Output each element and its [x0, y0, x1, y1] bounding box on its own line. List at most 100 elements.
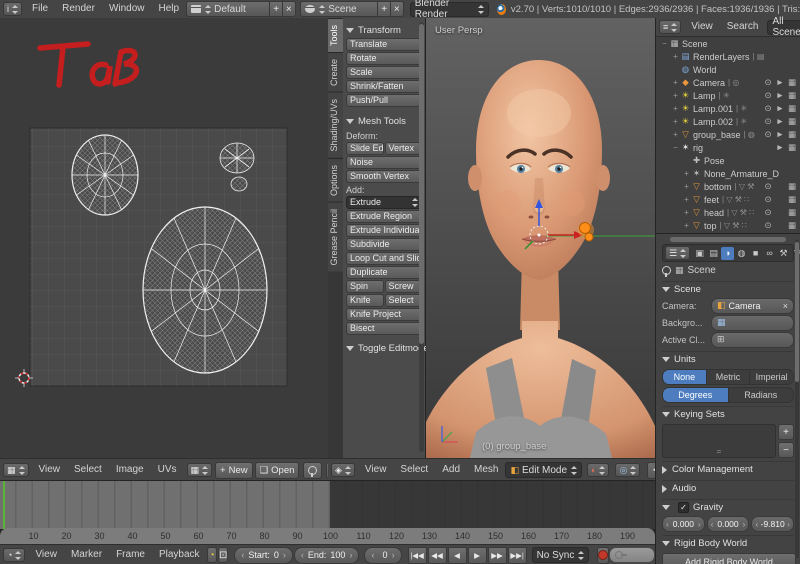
renderability-toggle-icon[interactable]: ▦: [787, 128, 797, 141]
outliner-row[interactable]: ✚ Pose: [656, 154, 800, 167]
visibility-toggle-icon[interactable]: ⊙: [763, 180, 773, 193]
expand-toggle[interactable]: +: [671, 130, 680, 139]
screen-layout-selector[interactable]: Default: [186, 1, 271, 17]
subdivide-button[interactable]: Subdivide: [346, 238, 422, 251]
render-tab-icon[interactable]: ▣: [693, 247, 706, 260]
rigid-body-world-panel-header[interactable]: Rigid Body World: [662, 535, 794, 551]
3d-select-menu[interactable]: Select: [393, 461, 435, 479]
editor-type-button[interactable]: i: [3, 2, 22, 16]
remove-keying-set-button[interactable]: −: [778, 442, 794, 458]
unit-system-option[interactable]: Imperial: [750, 370, 793, 384]
loop-cut-button[interactable]: Loop Cut and Slide: [346, 252, 422, 265]
expand-toggle[interactable]: +: [682, 169, 691, 178]
selectability-toggle-icon[interactable]: [775, 219, 785, 232]
clear-camera-icon[interactable]: ×: [783, 301, 788, 311]
translate-button[interactable]: Translate: [346, 38, 422, 51]
expand-toggle[interactable]: −: [660, 39, 669, 48]
outliner-row[interactable]: ◍ World: [656, 63, 800, 76]
units-panel-header[interactable]: Units: [662, 351, 794, 367]
viewport-shading-selector[interactable]: ◐: [587, 463, 610, 477]
outliner-view-menu[interactable]: View: [684, 18, 720, 36]
renderability-toggle-icon[interactable]: ▦: [787, 193, 797, 206]
renderability-toggle-icon[interactable]: ▦: [787, 206, 797, 219]
next-keyframe-button[interactable]: ▶▶: [487, 546, 507, 564]
delete-layout-button[interactable]: ×: [282, 1, 296, 17]
3d-editor-type-button[interactable]: ◈: [331, 463, 355, 477]
visibility-toggle-icon[interactable]: ⊙: [763, 115, 773, 128]
timeline-playback-menu[interactable]: Playback: [152, 546, 207, 564]
expand-toggle[interactable]: +: [682, 195, 691, 204]
expand-toggle[interactable]: −: [671, 143, 680, 152]
color-management-panel-header[interactable]: Color Management: [662, 461, 794, 477]
render-menu[interactable]: Render: [55, 0, 102, 18]
unit-system-option[interactable]: None: [663, 370, 707, 384]
pin-icon[interactable]: [662, 265, 671, 277]
properties-hscrollbar[interactable]: [670, 237, 786, 242]
screw-button[interactable]: Screw: [384, 280, 422, 293]
uv-canvas[interactable]: [0, 18, 328, 458]
visibility-toggle-icon[interactable]: ⊙: [763, 193, 773, 206]
tab-grease-pencil[interactable]: Grease Pencil: [328, 201, 343, 272]
selectability-toggle-icon[interactable]: ►: [775, 102, 785, 115]
gravity-value-field[interactable]: 0.000: [662, 515, 705, 532]
add-layout-button[interactable]: +: [270, 1, 283, 17]
uv-image-editor[interactable]: [0, 18, 329, 458]
selectability-toggle-icon[interactable]: ►: [775, 115, 785, 128]
expand-toggle[interactable]: +: [671, 117, 680, 126]
sync-mode-selector[interactable]: No Sync: [531, 547, 590, 563]
scene-tab-icon[interactable]: ◑: [721, 246, 735, 260]
world-tab-icon[interactable]: ◍: [735, 247, 748, 260]
bisect-button[interactable]: Bisect: [346, 322, 422, 335]
vertex-slide-button[interactable]: Vertex: [384, 142, 422, 155]
selectability-toggle-icon[interactable]: ►: [775, 89, 785, 102]
preview-range-button[interactable]: ◔: [206, 547, 217, 563]
scene-panel-header[interactable]: Scene: [662, 281, 794, 297]
outliner-filter-selector[interactable]: All Scenes: [767, 16, 800, 38]
unit-system-option[interactable]: Metric: [706, 370, 751, 384]
outliner-row[interactable]: + ▽ group_base | ◍ ⊙ ► ▦: [656, 128, 800, 141]
rotate-button[interactable]: Rotate: [346, 52, 422, 65]
window-menu[interactable]: Window: [102, 0, 152, 18]
scale-button[interactable]: Scale: [346, 66, 422, 79]
outliner-row[interactable]: − ✶ rig ► ▦: [656, 141, 800, 154]
gravity-panel-header[interactable]: ✓ Gravity: [662, 499, 794, 515]
scene-selector[interactable]: Scene: [300, 1, 379, 17]
mode-selector[interactable]: ◧ Edit Mode: [505, 462, 583, 478]
noise-button[interactable]: Noise: [346, 156, 422, 169]
gravity-checkbox[interactable]: ✓: [678, 502, 689, 513]
current-frame-indicator[interactable]: [3, 481, 5, 529]
visibility-toggle-icon[interactable]: ⊙: [763, 206, 773, 219]
selectability-toggle-icon[interactable]: ►: [775, 128, 785, 141]
pin-button[interactable]: [303, 461, 323, 479]
outliner-row[interactable]: + ☀ Lamp.001 | ✳ ⊙ ► ▦: [656, 102, 800, 115]
angle-unit-option[interactable]: Radians: [728, 388, 793, 402]
renderability-toggle-icon[interactable]: ▦: [787, 102, 797, 115]
expand-toggle[interactable]: +: [671, 91, 680, 100]
audio-panel-header[interactable]: Audio: [662, 480, 794, 496]
modifiers-tab-icon[interactable]: ⚒: [777, 247, 790, 260]
timeline-marker-menu[interactable]: Marker: [64, 546, 109, 564]
uv-uvs-menu[interactable]: UVs: [151, 461, 184, 479]
outliner-editor-type-button[interactable]: ≡: [659, 20, 682, 34]
expand-toggle[interactable]: +: [671, 78, 680, 87]
tool-shelf-scrollbar[interactable]: [419, 22, 424, 452]
renderability-toggle-icon[interactable]: ▦: [787, 89, 797, 102]
smooth-vertex-button[interactable]: Smooth Vertex: [346, 170, 422, 183]
outliner-search-menu[interactable]: Search: [720, 18, 766, 36]
current-frame-field[interactable]: 0: [364, 546, 402, 564]
manipulator-toggle-button[interactable]: ✚: [647, 461, 655, 479]
jump-to-start-button[interactable]: |◀◀: [407, 546, 427, 564]
jump-to-end-button[interactable]: ▶▶|: [507, 546, 527, 564]
tab-options[interactable]: Options: [328, 157, 343, 202]
new-image-button[interactable]: + New: [215, 461, 253, 479]
extrude-individual-button[interactable]: Extrude Individual: [346, 224, 422, 237]
selectability-toggle-icon[interactable]: [775, 206, 785, 219]
outliner-row[interactable]: + ☀ Lamp | ✳ ⊙ ► ▦: [656, 89, 800, 102]
outliner-row[interactable]: + ▤ RenderLayers | ▤: [656, 50, 800, 63]
selectability-toggle-icon[interactable]: ►: [775, 76, 785, 89]
outliner-row[interactable]: + ▽ head | ▽ ⚒ ∷ ⊙ ▦: [656, 206, 800, 219]
outliner-row[interactable]: + ▽ feet | ▽ ⚒ ∷ ⊙ ▦: [656, 193, 800, 206]
timeline-frames-area[interactable]: [0, 480, 655, 529]
mesh-tools-panel-header[interactable]: Mesh Tools: [346, 114, 422, 129]
visibility-toggle-icon[interactable]: ⊙: [763, 76, 773, 89]
